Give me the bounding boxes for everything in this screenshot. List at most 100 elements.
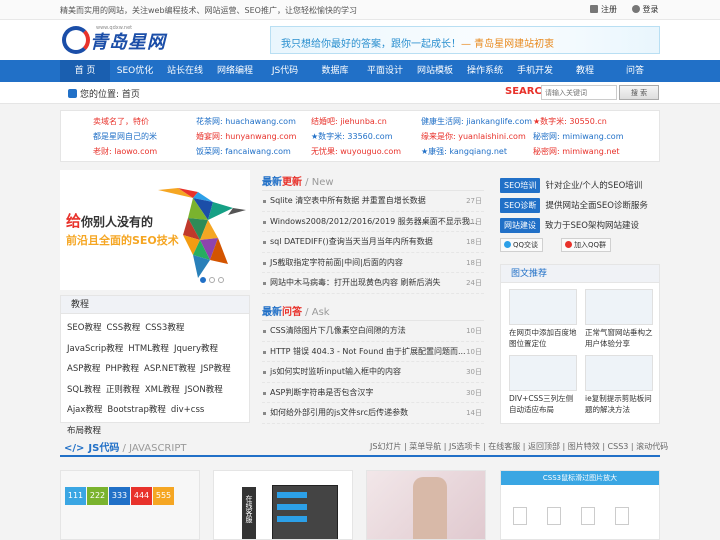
friend-link[interactable]: 无忧果: wuyouguo.com [311, 146, 401, 157]
slider-dot[interactable] [200, 277, 206, 283]
seo-service-item[interactable]: SEO培训 针对企业/个人的SEO培训 [500, 178, 660, 195]
latest-title: 最新更新 / New [262, 173, 484, 191]
login-link[interactable]: 登录 [631, 4, 659, 15]
qq-icon [504, 241, 511, 248]
tutorial-panel: 教程 SEO教程 CSS教程 CSS3教程 JavaScrip教程 HTML教程 Jque… [60, 295, 250, 436]
nav-item[interactable]: 手机开发 [510, 60, 560, 82]
qa-title: 最新问答 / Ask [262, 303, 484, 321]
nav-item[interactable]: 网络编程 [210, 60, 260, 82]
search-input[interactable] [541, 85, 617, 100]
nav-item[interactable]: 数据库 [310, 60, 360, 82]
friend-link[interactable]: 结婚吧: jiehunba.cn [311, 116, 387, 127]
tutorial-tag[interactable]: JSON教程 [185, 385, 223, 395]
friend-link[interactable]: 都是星网自己的米 [93, 131, 157, 142]
list-item[interactable]: 网站中木马病毒：打开出现黄色内容 刷新后消失 24日 [262, 273, 484, 294]
tutorial-tag[interactable]: HTML教程 [128, 344, 169, 354]
list-item[interactable]: js如何实时监听input输入框中的内容 30日 [262, 362, 484, 383]
header-banner[interactable]: 我只想给你最好的答案，跟你一起成长！— 青岛星网建站初衷 [270, 26, 660, 54]
picture-item[interactable]: 在网页中添加百度地图位置定位 [509, 289, 577, 353]
friend-link[interactable]: 饭菜网: fancaiwang.com [196, 146, 291, 157]
tutorial-tag[interactable]: PHP教程 [105, 364, 139, 374]
list-item[interactable]: 如何给外部引用的js文件src后传递参数 14日 [262, 403, 484, 424]
picture-item[interactable]: 正常气窗网站垂构之用户体验分享 [585, 289, 653, 353]
picture-item[interactable]: ie复制提示剪贴板问题的解决方法 [585, 355, 653, 419]
nav-item[interactable]: 教程 [560, 60, 610, 82]
search-button[interactable]: 搜 索 [619, 85, 659, 100]
tutorial-tag[interactable]: 正则教程 [106, 385, 140, 395]
tutorial-tag[interactable]: Bootstrap教程 [107, 405, 165, 415]
slider-dot[interactable] [218, 277, 224, 283]
friend-link[interactable]: 卖域名了，特价 [93, 116, 149, 127]
friend-link[interactable]: 花茶网: huachawang.com [196, 116, 296, 127]
friend-link[interactable]: 老财: laowo.com [93, 146, 157, 157]
tutorial-tag[interactable]: CSS教程 [106, 323, 140, 333]
breadcrumb: 您的位置: 首页 [68, 87, 140, 100]
tutorial-tag[interactable]: div+css [171, 405, 204, 415]
js-thumb-css3[interactable]: CSS3鼠标滑过图片放大 [500, 470, 660, 540]
breadcrumb-current[interactable]: 首页 [122, 90, 140, 100]
tutorial-tag[interactable]: ASP.NET教程 [144, 364, 196, 374]
tutorial-tag[interactable]: Ajax教程 [67, 405, 102, 415]
js-thumb-service[interactable]: 在线客服 [213, 470, 353, 540]
js-category-links[interactable]: JS幻灯片 | 菜单导航 | JS选项卡 | 在线客服 | 返回顶部 | 图片特… [370, 441, 668, 452]
tutorial-tag[interactable]: CSS3教程 [145, 323, 184, 333]
list-item[interactable]: Windows2008/2012/2016/2019 服务器桌面不显示我... 3… [262, 212, 484, 232]
friend-link[interactable]: ★康强: kangqiang.net [421, 146, 507, 157]
js-thumb-photo[interactable] [366, 470, 486, 540]
nav-item[interactable]: 首 页 [60, 60, 110, 82]
nav-item[interactable]: 问答 [610, 60, 660, 82]
hero-slider[interactable]: 给你别人没有的 前沿且全面的SEO技术 [60, 170, 250, 290]
tutorial-tag[interactable]: JSP教程 [201, 364, 231, 374]
list-item[interactable]: JS截取指定字符前面|中间|后面的内容 18日 [262, 253, 484, 273]
seo-service-item[interactable]: 网站建设 致力于SEO架构网站建设 [500, 218, 660, 235]
list-item-date: 27日 [466, 197, 482, 205]
service-panel-bar [277, 516, 307, 522]
qa-title-en: / Ask [302, 307, 330, 318]
list-item-title: Sqlite 清空表中所有数据 并重置自增长数据 [270, 196, 426, 205]
picture-caption: DIV+CSS三列左侧自动适应布局 [509, 394, 574, 414]
service-panel [272, 485, 338, 539]
js-thumb-numbers[interactable]: 111 222 333 444 555 [60, 470, 200, 540]
list-item[interactable]: HTTP 错误 404.3 - Not Found 由于扩展配置问题而... 10… [262, 342, 484, 362]
tutorial-tag[interactable]: SEO教程 [67, 323, 101, 333]
friend-link[interactable]: ★数字米: 30550.cn [533, 116, 607, 127]
tutorial-tag[interactable]: ASP教程 [67, 364, 100, 374]
site-slogan: 精美而实用的网站，关注web编程技术、网站运营、SEO推广，让您轻松愉快的学习 [60, 6, 357, 15]
nav-item[interactable]: 平面设计 [360, 60, 410, 82]
nav-item[interactable]: JS代码 [260, 60, 310, 82]
tutorial-tag[interactable]: JavaScrip教程 [67, 344, 123, 354]
site-logo[interactable]: www.qdxw.net 青岛星网 [60, 24, 165, 56]
friend-link[interactable]: ★数字米: 33560.com [311, 131, 393, 142]
tutorial-tag[interactable]: 布局教程 [67, 426, 101, 436]
list-item[interactable]: sql DATEDIFF()查询当天当月当年内所有数据 18日 [262, 232, 484, 253]
qq-chat-button[interactable]: QQ交谈 [500, 238, 544, 252]
friend-link[interactable]: 婚宴网: hunyanwang.com [196, 131, 296, 142]
js-title-en: / JAVASCRIPT [119, 443, 187, 454]
list-item[interactable]: CSS清除图片下几像素空白间隙的方法 10日 [262, 321, 484, 342]
friend-link[interactable]: 健康生活网: jiankanglife.com [421, 116, 532, 127]
nav-item[interactable]: SEO优化 [110, 60, 160, 82]
qq-group-button[interactable]: 加入QQ群 [561, 238, 612, 252]
slider-dot[interactable] [209, 277, 215, 283]
home-icon [68, 89, 77, 98]
seo-list: SEO培训 针对企业/个人的SEO培训 SEO诊断 提供网站全面SEO诊断服务 网站建设… [500, 178, 660, 235]
list-item[interactable]: Sqlite 清空表中所有数据 并重置自增长数据 27日 [262, 191, 484, 212]
list-item-title: ASP判断字符串是否包含汉字 [270, 387, 374, 397]
tutorial-tag[interactable]: SQL教程 [67, 385, 101, 395]
css3-product-tile [615, 507, 629, 525]
seo-service-item[interactable]: SEO诊断 提供网站全面SEO诊断服务 [500, 198, 660, 215]
friend-link[interactable]: 缘来是你: yuanlaishini.com [421, 131, 526, 142]
picture-item[interactable]: DIV+CSS三列左侧自动适应布局 [509, 355, 577, 419]
tutorial-tag[interactable]: Jquery教程 [174, 344, 218, 354]
list-item[interactable]: ASP判断字符串是否包含汉字 30日 [262, 383, 484, 403]
nav-item[interactable]: 网站模板 [410, 60, 460, 82]
css3-product-tile [547, 507, 561, 525]
register-link[interactable]: 注册 [590, 4, 617, 15]
friend-link[interactable]: 秘密网: mimiwang.com [533, 131, 624, 142]
nav-item[interactable]: 站长在线 [160, 60, 210, 82]
tutorial-tag[interactable]: XML教程 [145, 385, 180, 395]
seo-service-text: 提供网站全面SEO诊断服务 [545, 201, 648, 211]
friend-link[interactable]: 秘密网: mimiwang.net [533, 146, 620, 157]
nav-item[interactable]: 操作系统 [460, 60, 510, 82]
header: www.qdxw.net 青岛星网 我只想给你最好的答案，跟你一起成长！— 青岛… [0, 20, 720, 60]
